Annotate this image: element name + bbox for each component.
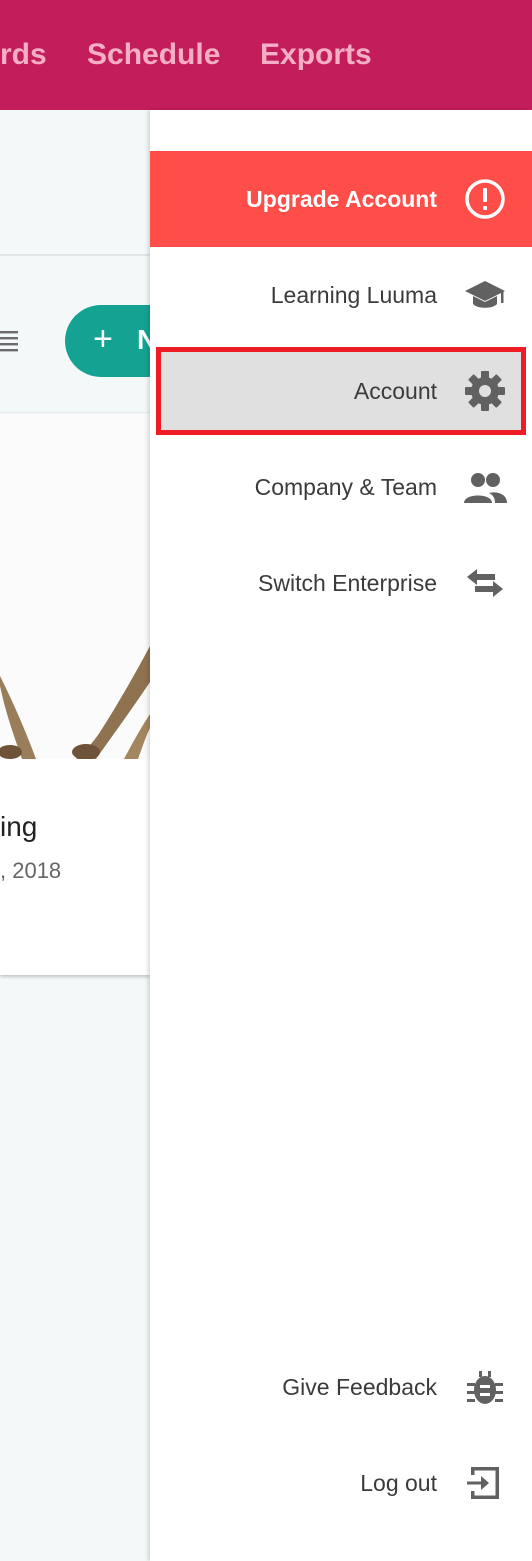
page: rds Schedule Exports + N ing , 2018 Upgr… [0, 0, 532, 1561]
menu-item-learning-luuma[interactable]: Learning Luuma [150, 247, 532, 343]
menu-item-account[interactable]: Account [150, 343, 532, 439]
menu-item-label: Company & Team [254, 474, 437, 500]
plus-icon: + [93, 320, 113, 358]
background-header [0, 110, 150, 256]
card-date: , 2018 [0, 858, 62, 883]
list-view-icon[interactable] [0, 330, 18, 352]
menu-item-log-out[interactable]: Log out [150, 1435, 532, 1531]
nav-item-exports[interactable]: Exports [260, 38, 372, 72]
card-title: ing [0, 811, 38, 842]
people-icon [464, 473, 507, 503]
menu-item-company-team[interactable]: Company & Team [150, 439, 532, 535]
menu-item-upgrade-account[interactable]: Upgrade Account [150, 151, 532, 247]
graduation-cap-icon [465, 281, 505, 308]
top-nav-bar: rds Schedule Exports [0, 0, 532, 110]
exclamation-circle-icon [465, 179, 505, 219]
antler-image [0, 646, 150, 759]
menu-item-give-feedback[interactable]: Give Feedback [150, 1339, 532, 1435]
menu-item-switch-enterprise[interactable]: Switch Enterprise [150, 535, 532, 631]
menu-item-label: Upgrade Account [246, 186, 437, 212]
logout-icon [467, 1467, 499, 1499]
menu-item-label: Account [353, 378, 437, 404]
menu-item-label: Learning Luuma [270, 282, 437, 308]
content-card[interactable]: ing , 2018 [0, 414, 150, 975]
menu-item-label: Give Feedback [282, 1374, 437, 1400]
card-image [0, 414, 150, 759]
bug-icon [467, 1371, 503, 1404]
switch-arrows-icon [467, 569, 503, 597]
gear-icon [465, 371, 505, 411]
menu-item-label: Log out [360, 1470, 437, 1496]
menu-item-label: Switch Enterprise [258, 570, 437, 596]
nav-item-boards[interactable]: rds [0, 38, 47, 72]
nav-item-schedule[interactable]: Schedule [87, 38, 220, 72]
